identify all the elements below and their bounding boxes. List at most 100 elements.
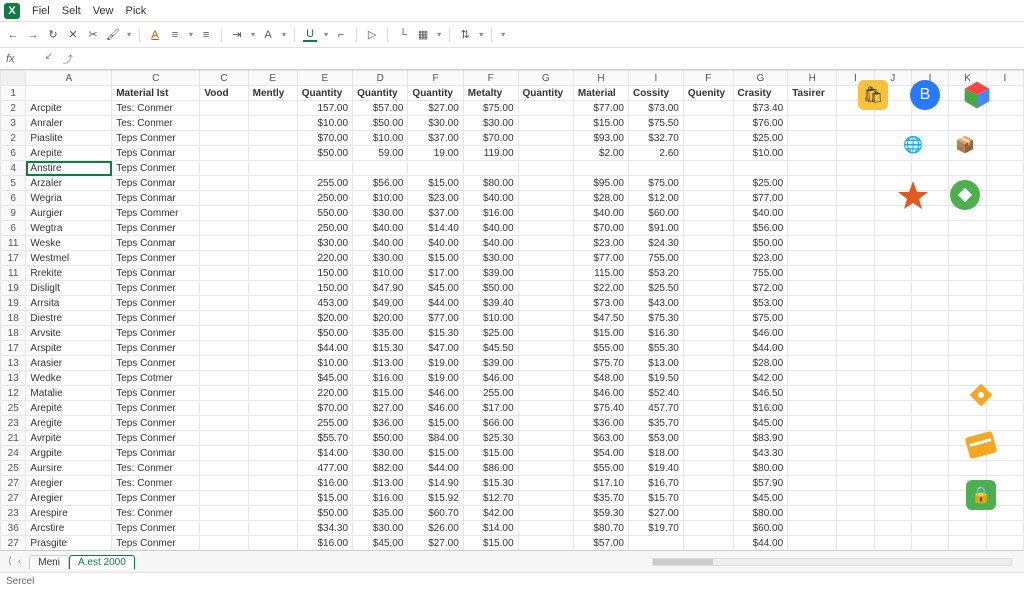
play-icon[interactable]: ▷ [365, 28, 379, 42]
row-header[interactable]: 36 [1, 521, 26, 536]
indent-icon[interactable]: ⇥ [230, 28, 244, 42]
row-header[interactable]: 4 [1, 161, 26, 176]
column-header[interactable]: H [573, 71, 628, 86]
corner-icon[interactable]: └ [396, 28, 410, 42]
row-header[interactable]: 27 [1, 491, 26, 506]
menu-view[interactable]: Vew [93, 5, 114, 17]
chevron-down-icon[interactable]: ▾ [282, 30, 286, 39]
cancel-icon[interactable]: ⤴ [63, 51, 73, 66]
chevron-down-icon[interactable]: ▾ [127, 30, 131, 39]
chevron-down-icon[interactable]: ▾ [437, 30, 441, 39]
row-header[interactable]: 18 [1, 311, 26, 326]
globe-icon: 🌐 [898, 130, 928, 160]
row-header[interactable]: 13 [1, 356, 26, 371]
fx-label[interactable]: fx [6, 53, 15, 65]
column-header[interactable]: F [683, 71, 733, 86]
back-icon[interactable]: ← [6, 28, 20, 42]
row-header[interactable]: 11 [1, 266, 26, 281]
column-header[interactable]: C [200, 71, 248, 86]
row-header[interactable]: 19 [1, 281, 26, 296]
box-icon: 📦 [950, 130, 980, 160]
column-header[interactable]: G [518, 71, 573, 86]
row-header[interactable]: 21 [1, 431, 26, 446]
table-icon[interactable]: ▦ [416, 28, 430, 42]
menu-pick[interactable]: Pick [126, 5, 147, 17]
card-icon [963, 427, 1000, 464]
row-header[interactable]: 5 [1, 176, 26, 191]
row-header[interactable]: 12 [1, 386, 26, 401]
row-header[interactable]: 9 [1, 206, 26, 221]
underline-icon[interactable]: U [303, 28, 317, 42]
sheet-tab-1[interactable]: Meni [29, 555, 69, 569]
star-icon [898, 180, 928, 210]
column-header[interactable]: I [628, 71, 683, 86]
row-header[interactable]: 25 [1, 401, 26, 416]
align-center-icon[interactable]: ≡ [199, 28, 213, 42]
column-header[interactable]: F [463, 71, 518, 86]
row-header[interactable]: 23 [1, 506, 26, 521]
row-header[interactable]: 2 [1, 101, 26, 116]
column-header[interactable]: F [408, 71, 463, 86]
row-header[interactable]: 2 [1, 131, 26, 146]
row-header[interactable]: 6 [1, 221, 26, 236]
redo-icon[interactable]: ↻ [46, 28, 60, 42]
row-header[interactable]: 23 [1, 416, 26, 431]
bag-icon: 🛍 [858, 80, 888, 110]
row-header[interactable]: 17 [1, 251, 26, 266]
chevron-down-icon[interactable]: ▾ [324, 30, 328, 39]
forward-icon[interactable]: → [26, 28, 40, 42]
row-header[interactable]: 1 [1, 86, 26, 101]
column-header[interactable]: A [26, 71, 112, 86]
diamond-orange-icon [966, 380, 996, 410]
font-a-icon[interactable]: A [261, 28, 275, 42]
align-left-icon[interactable]: ≡ [168, 28, 182, 42]
app-logo-icon: X [4, 3, 20, 19]
sheet-tab-2[interactable]: A.est 2000 [69, 555, 135, 569]
toolbar: ← → ↻ ✕ ✂ 🖌 ▾ A ≡ ▾ ≡ ⇥ ▾ A ▾ U ▾ ⌐ ▷ └ … [0, 22, 1024, 48]
status-bar: Sercel [0, 572, 1024, 589]
tab-first-icon[interactable]: ⟨ [8, 556, 12, 567]
menu-file[interactable]: Fiel [32, 5, 50, 17]
table-row[interactable]: 36ArcstireTeps Conmer$34.30$30.00$26.00$… [1, 521, 1024, 536]
column-header[interactable]: E [297, 71, 352, 86]
row-header[interactable]: 25 [1, 461, 26, 476]
accept-icon[interactable]: ↙ [45, 51, 53, 66]
row-header[interactable]: 24 [1, 446, 26, 461]
font-color-icon[interactable]: A [148, 28, 162, 42]
table-row[interactable]: 27PrasgiteTeps Conmer$16.00$45.00$27.00$… [1, 536, 1024, 551]
cube-colorful-icon [962, 80, 992, 110]
column-header[interactable]: G [733, 71, 788, 86]
row-header[interactable]: 6 [1, 191, 26, 206]
sort-icon[interactable]: ⇅ [458, 28, 472, 42]
menu-sett[interactable]: Selt [62, 5, 81, 17]
column-header[interactable]: E [248, 71, 297, 86]
row-header[interactable]: 19 [1, 296, 26, 311]
cut-icon[interactable]: ✕ [66, 28, 80, 42]
formula-bar: fx ↙ ⤴ [0, 48, 1024, 70]
scissors-icon[interactable]: ✂ [86, 28, 100, 42]
row-header[interactable]: 6 [1, 146, 26, 161]
chevron-down-icon[interactable]: ▾ [251, 30, 255, 39]
row-header[interactable]: 11 [1, 236, 26, 251]
select-all-corner[interactable] [1, 71, 26, 86]
column-header[interactable]: D [353, 71, 408, 86]
chevron-down-icon[interactable]: ▾ [189, 30, 193, 39]
row-header[interactable]: 3 [1, 116, 26, 131]
row-header[interactable]: 18 [1, 326, 26, 341]
row-header[interactable]: 17 [1, 341, 26, 356]
chevron-down-icon[interactable]: ▾ [479, 30, 483, 39]
chevron-down-icon[interactable]: ▾ [501, 30, 505, 39]
menu-bar: X Fiel Selt Vew Pick [0, 0, 1024, 22]
tab-prev-icon[interactable]: ‹ [18, 556, 21, 567]
row-header[interactable]: 27 [1, 536, 26, 551]
circle-green-icon [950, 180, 980, 210]
column-header[interactable]: H [788, 71, 837, 86]
spreadsheet-grid[interactable]: ACCEEDFFGHIFGHIJIKI1Material IstVoodMent… [0, 70, 1024, 550]
letter-b-icon: B [910, 80, 940, 110]
horizontal-scrollbar[interactable] [652, 558, 1012, 566]
column-header[interactable]: C [112, 71, 200, 86]
row-header[interactable]: 27 [1, 476, 26, 491]
link-icon[interactable]: ⌐ [334, 28, 348, 42]
format-painter-icon[interactable]: 🖌 [106, 28, 120, 42]
row-header[interactable]: 13 [1, 371, 26, 386]
